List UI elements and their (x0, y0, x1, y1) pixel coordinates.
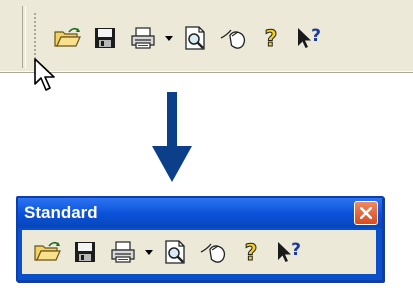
down-arrow-icon (152, 92, 192, 182)
mouse-button[interactable] (194, 235, 232, 269)
chevron-down-icon (165, 35, 173, 41)
mouse-icon (219, 26, 247, 50)
context-help-button[interactable] (270, 235, 308, 269)
help-button[interactable] (252, 21, 290, 55)
context-help-icon (295, 25, 323, 51)
print-preview-icon (183, 25, 207, 51)
toolbar-divider (22, 6, 26, 68)
window-title: Standard (24, 203, 98, 222)
floating-toolbar-buttons (28, 234, 308, 270)
title-bar[interactable]: Standard (18, 198, 382, 228)
print-button[interactable] (124, 21, 162, 55)
close-button[interactable] (354, 201, 378, 225)
context-help-icon (275, 239, 303, 265)
open-folder-icon (53, 26, 81, 50)
print-dropdown-arrow[interactable] (142, 235, 156, 269)
save-disk-icon (93, 26, 117, 50)
save-button[interactable] (86, 21, 124, 55)
save-button[interactable] (66, 235, 104, 269)
open-button[interactable] (28, 235, 66, 269)
help-icon (241, 239, 261, 265)
open-button[interactable] (48, 21, 86, 55)
print-dropdown-arrow[interactable] (162, 21, 176, 55)
docked-toolbar (0, 0, 413, 73)
print-button[interactable] (104, 235, 142, 269)
print-icon (109, 240, 137, 264)
floating-toolbar-window: Standard (16, 196, 384, 282)
mouse-pointer-icon (34, 58, 55, 91)
save-disk-icon (73, 240, 97, 264)
mouse-icon (199, 240, 227, 264)
print-preview-button[interactable] (156, 235, 194, 269)
floating-toolbar-client (22, 230, 376, 274)
mouse-button[interactable] (214, 21, 252, 55)
help-icon (261, 25, 281, 51)
print-preview-button[interactable] (176, 21, 214, 55)
toolbar-drag-grip[interactable] (33, 12, 37, 62)
open-folder-icon (33, 240, 61, 264)
help-button[interactable] (232, 235, 270, 269)
docked-toolbar-buttons (48, 20, 328, 56)
print-icon (129, 26, 157, 50)
close-icon (360, 207, 372, 219)
chevron-down-icon (145, 249, 153, 255)
print-preview-icon (163, 239, 187, 265)
context-help-button[interactable] (290, 21, 328, 55)
